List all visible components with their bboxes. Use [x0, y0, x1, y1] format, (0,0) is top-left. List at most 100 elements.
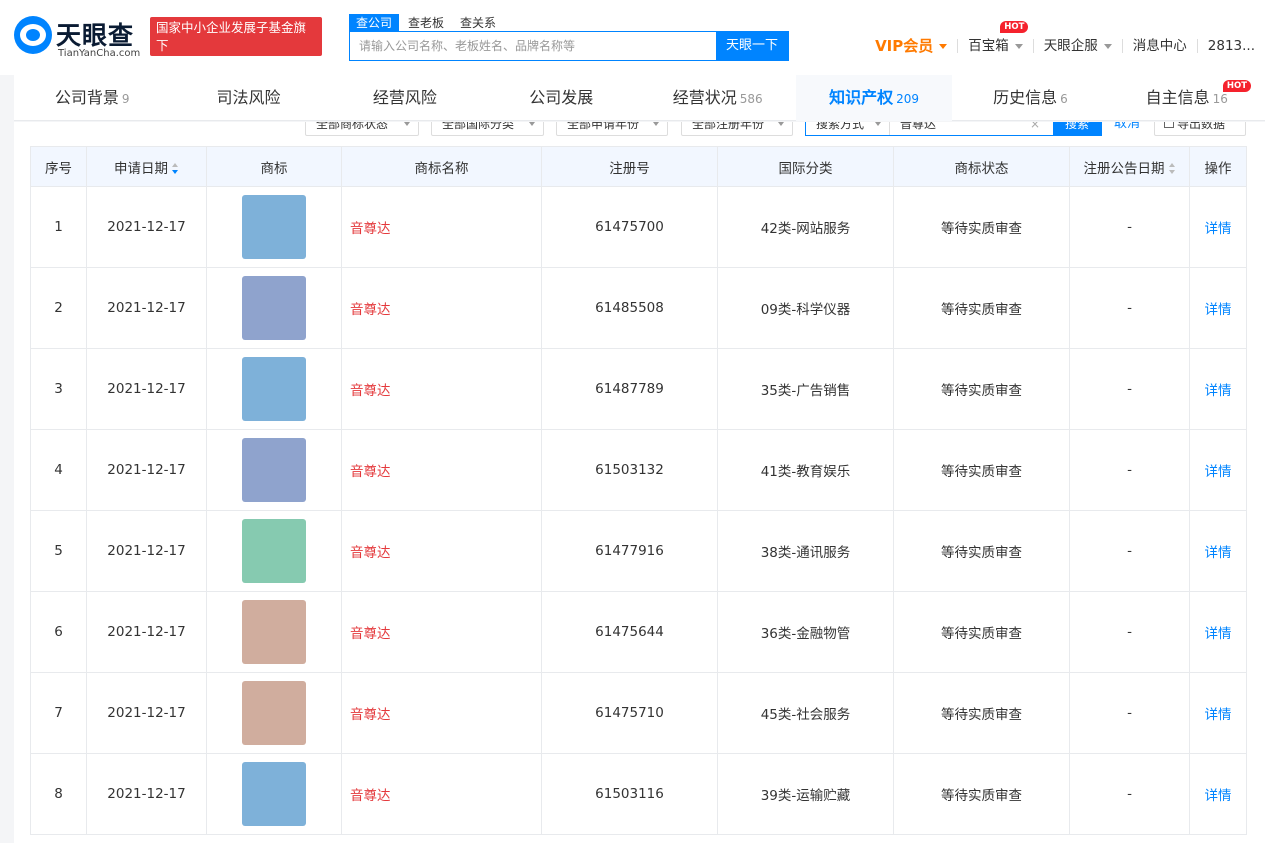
tianyancha-logo[interactable]: 天眼查 TianYanCha.com	[12, 16, 142, 60]
top-header: 天眼查 TianYanCha.com 国家中小企业发展子基金旗下 官方备案企业征…	[0, 0, 1265, 75]
trademark-image[interactable]	[242, 762, 306, 826]
tab-label: 公司背景	[54, 88, 119, 107]
cell-thumb	[206, 591, 342, 673]
tab-count: 16	[1212, 92, 1228, 106]
detail-link[interactable]: 详情	[1189, 186, 1247, 268]
detail-link[interactable]: 详情	[1189, 591, 1247, 673]
cell-pub-date: -	[1069, 186, 1190, 268]
tab-company-background[interactable]: 公司背景 9	[14, 75, 170, 121]
trademark-image[interactable]	[242, 276, 306, 340]
keyword-input[interactable]: 音尊达	[900, 122, 936, 135]
tab-company-development[interactable]: 公司发展	[483, 75, 639, 121]
tab-operational-risk[interactable]: 经营风险	[327, 75, 483, 121]
keyword-search-button[interactable]: 搜索	[1053, 122, 1101, 135]
detail-link[interactable]: 详情	[1189, 348, 1247, 430]
search-button[interactable]: 天眼一下	[716, 32, 788, 60]
cell-trademark-name[interactable]: 音尊达	[341, 429, 542, 511]
cell-reg-number: 61487789	[541, 348, 718, 430]
cell-trademark-name[interactable]: 音尊达	[341, 510, 542, 592]
hot-badge: HOT	[1222, 80, 1251, 92]
cell-index: 7	[30, 672, 87, 754]
detail-link[interactable]: 详情	[1189, 510, 1247, 592]
qifu-label: 天眼企服	[1043, 38, 1098, 54]
tab-label: 司法风险	[216, 88, 281, 107]
cell-index: 3	[30, 348, 87, 430]
vip-label: VIP会员	[875, 37, 934, 55]
detail-link[interactable]: 详情	[1189, 672, 1247, 754]
tab-label: 经营风险	[372, 88, 437, 107]
tab-count: 586	[739, 92, 763, 106]
cell-status: 等待实质审查	[893, 348, 1070, 430]
table-row: 6 2021-12-17 音尊达 61475644 36类-金融物管 等待实质审查 - 详情	[30, 591, 1247, 673]
chevron-down-icon	[875, 122, 881, 126]
cell-status: 等待实质审查	[893, 267, 1070, 349]
cell-status: 等待实质审查	[893, 591, 1070, 673]
filter-label: 全部注册年份	[692, 122, 765, 131]
tab-judicial-risk[interactable]: 司法风险	[170, 75, 326, 121]
message-center-link[interactable]: 消息中心	[1123, 34, 1197, 58]
cell-trademark-name[interactable]: 音尊达	[341, 672, 542, 754]
col-status: 商标状态	[893, 146, 1070, 187]
cell-trademark-name[interactable]: 音尊达	[341, 267, 542, 349]
search-mode-select[interactable]: 搜索方式	[806, 122, 890, 135]
col-apply-date[interactable]: 申请日期	[86, 146, 207, 187]
keyword-search: 搜索方式 音尊达 × 搜索	[805, 122, 1102, 136]
reg-year-filter[interactable]: 全部注册年份	[681, 122, 793, 136]
clear-icon[interactable]: ×	[1030, 122, 1040, 135]
slogan-line-2: 官方备案企业征信机构	[156, 56, 308, 71]
trademark-image[interactable]	[242, 519, 306, 583]
cell-reg-number: 61503116	[541, 753, 718, 835]
cell-apply-date: 2021-12-17	[86, 348, 207, 430]
qifu-menu[interactable]: 天眼企服	[1034, 34, 1122, 58]
tab-label: 自主信息	[1145, 88, 1210, 107]
cell-index: 2	[30, 267, 87, 349]
vip-menu[interactable]: VIP会员	[865, 34, 957, 58]
table-row: 1 2021-12-17 音尊达 61475700 42类-网站服务 等待实质审查 - 详情	[30, 186, 1247, 268]
export-icon	[1164, 122, 1174, 128]
cell-trademark-name[interactable]: 音尊达	[341, 186, 542, 268]
trademark-image[interactable]	[242, 195, 306, 259]
col-label: 注册公告日期	[1083, 160, 1165, 177]
cell-intl-class: 45类-社会服务	[717, 672, 894, 754]
trademark-image[interactable]	[242, 681, 306, 745]
chevron-down-icon	[1014, 43, 1023, 49]
cell-trademark-name[interactable]: 音尊达	[341, 348, 542, 430]
detail-link[interactable]: 详情	[1189, 429, 1247, 511]
tab-history-info[interactable]: 历史信息 6	[952, 75, 1108, 121]
top-nav: VIP会员 百宝箱 HOT 天眼企服 消息中心 2813...	[865, 21, 1265, 58]
cell-status: 等待实质审查	[893, 753, 1070, 835]
search-input[interactable]	[350, 32, 718, 60]
cell-index: 1	[30, 186, 87, 268]
tab-operating-status[interactable]: 经营状况 586	[640, 75, 796, 121]
col-pub-date[interactable]: 注册公告日期	[1069, 146, 1190, 187]
col-intl-class: 国际分类	[717, 146, 894, 187]
baobao-menu[interactable]: 百宝箱 HOT	[958, 21, 1033, 58]
detail-link[interactable]: 详情	[1189, 753, 1247, 835]
cell-reg-number: 61475644	[541, 591, 718, 673]
cell-thumb	[206, 186, 342, 268]
col-index: 序号	[30, 146, 87, 187]
tab-self-info[interactable]: 自主信息 16 HOT	[1109, 75, 1265, 121]
intl-class-filter[interactable]: 全部国际分类	[431, 122, 544, 136]
user-menu[interactable]: 2813...	[1198, 34, 1265, 58]
trademark-image[interactable]	[242, 600, 306, 664]
cell-intl-class: 39类-运输贮藏	[717, 753, 894, 835]
tab-label: 知识产权	[829, 88, 894, 107]
trademark-image[interactable]	[242, 438, 306, 502]
baobao-label: 百宝箱	[968, 38, 1009, 54]
detail-link[interactable]: 详情	[1189, 267, 1247, 349]
sort-icon	[1168, 162, 1176, 174]
trademark-image[interactable]	[242, 357, 306, 421]
cell-trademark-name[interactable]: 音尊达	[341, 591, 542, 673]
tab-count: 9	[121, 92, 130, 106]
table-row: 7 2021-12-17 音尊达 61475710 45类-社会服务 等待实质审查 - 详情	[30, 672, 1247, 754]
chevron-down-icon	[778, 122, 784, 126]
table-header-row: 序号 申请日期 商标 商标名称 注册号 国际分类 商标状态 注册公告日期 操作	[30, 146, 1247, 187]
cell-trademark-name[interactable]: 音尊达	[341, 753, 542, 835]
cell-index: 4	[30, 429, 87, 511]
export-button[interactable]: 导出数据	[1154, 122, 1246, 136]
tab-intellectual-property[interactable]: 知识产权 209	[795, 75, 953, 121]
apply-year-filter[interactable]: 全部申请年份	[556, 122, 668, 136]
status-filter[interactable]: 全部商标状态	[305, 122, 419, 136]
cancel-link[interactable]: 取消	[1114, 122, 1140, 136]
